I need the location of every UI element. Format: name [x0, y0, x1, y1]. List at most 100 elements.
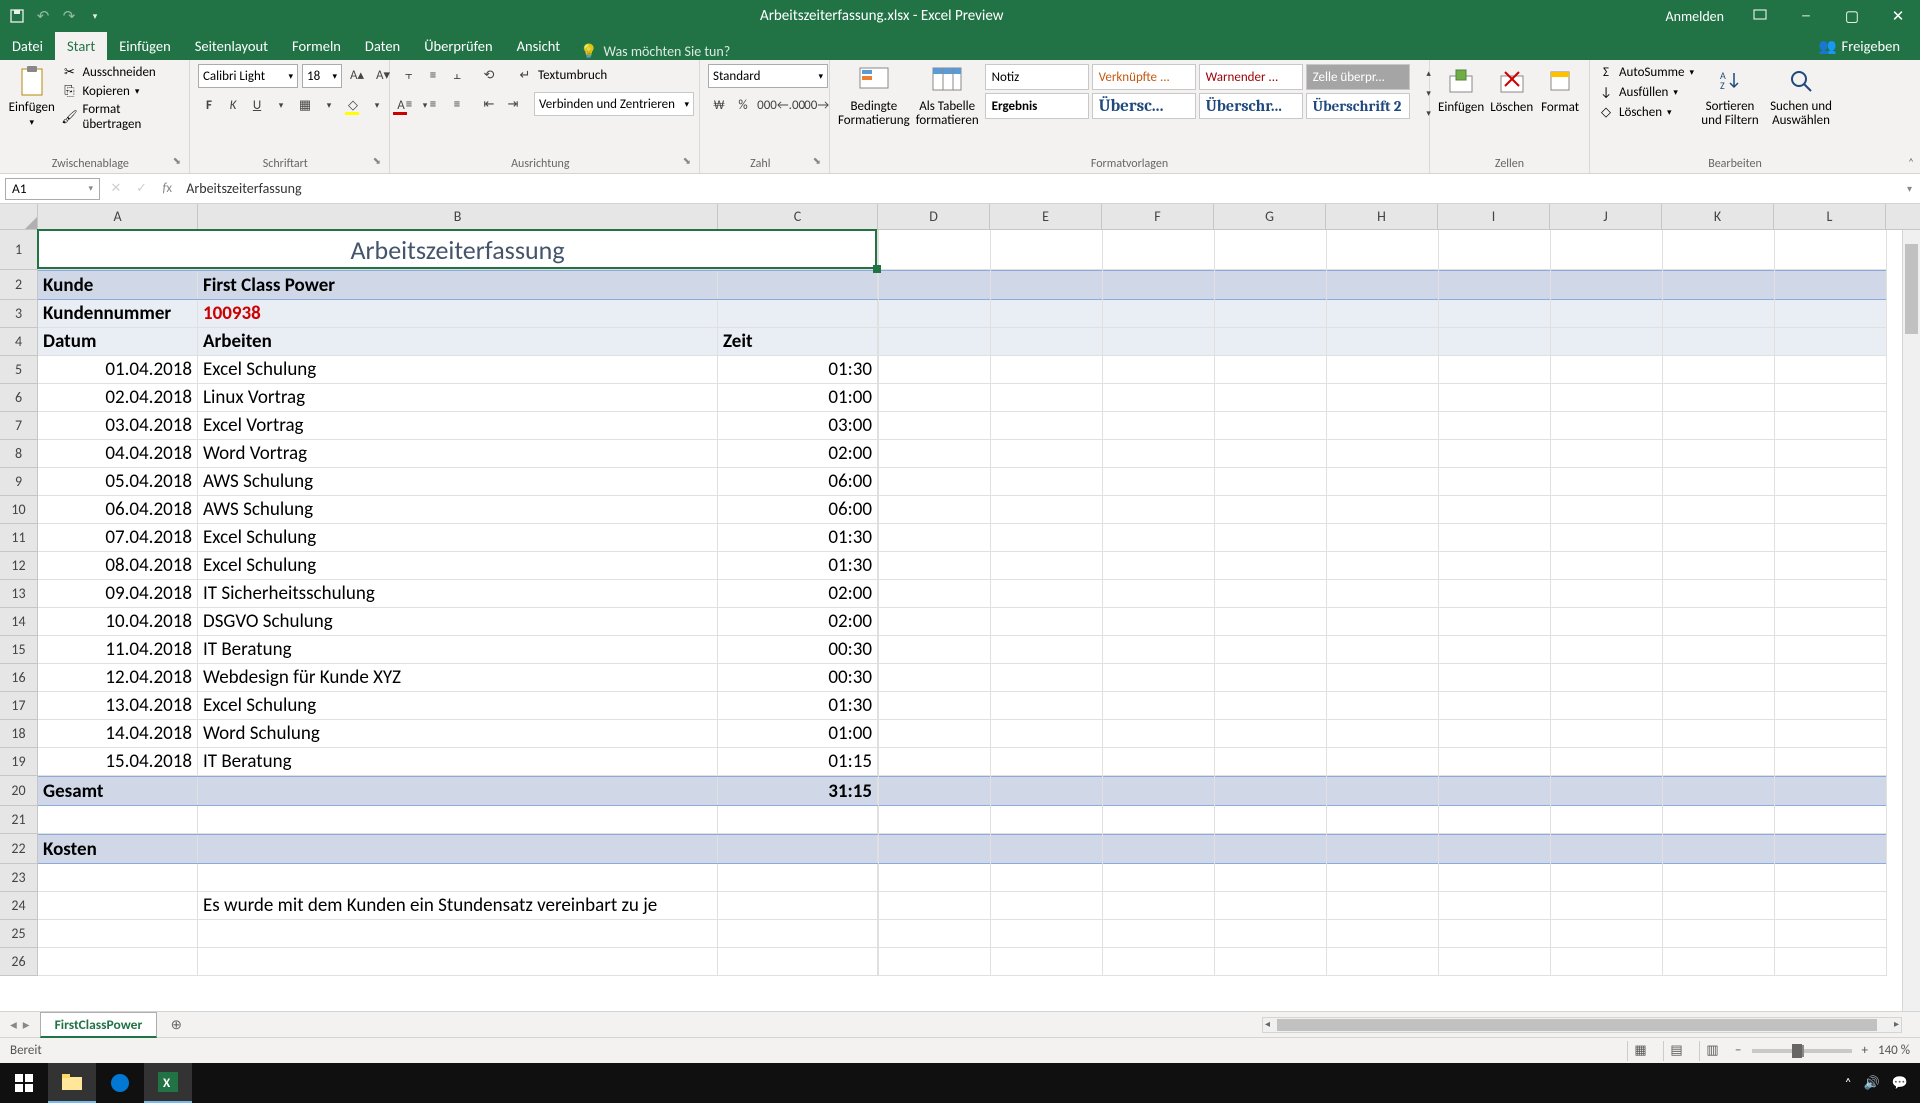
cell[interactable]: 06.04.2018 [38, 496, 198, 523]
cell[interactable] [38, 864, 198, 891]
cancel-formula-icon[interactable]: ✕ [105, 178, 127, 200]
cell[interactable] [718, 835, 878, 863]
cell[interactable]: Excel Schulung [198, 356, 718, 383]
share-button[interactable]: 👥Freigeben [1808, 32, 1910, 60]
align-launcher-icon[interactable]: ⬊ [683, 154, 691, 171]
comma-icon[interactable]: 000 [756, 94, 778, 116]
conditional-format-button[interactable]: Bedingte Formatierung [838, 64, 910, 127]
cell[interactable]: Linux Vortrag [198, 384, 718, 411]
find-select-button[interactable]: Suchen und Auswählen [1766, 64, 1836, 127]
col-header[interactable]: H [1326, 204, 1438, 229]
row-header[interactable]: 9 [0, 468, 37, 496]
cell[interactable]: 02.04.2018 [38, 384, 198, 411]
zoom-level[interactable]: 140 % [1878, 1043, 1910, 1058]
cell[interactable]: 11.04.2018 [38, 636, 198, 663]
orientation-icon[interactable]: ⟲ [478, 64, 500, 86]
cell[interactable] [718, 806, 878, 833]
row-header[interactable]: 17 [0, 692, 37, 720]
sheet-tab-active[interactable]: FirstClassPower [40, 1012, 158, 1038]
cell[interactable] [718, 892, 878, 919]
cell[interactable]: Arbeiten [198, 328, 718, 355]
wrap-text-icon[interactable]: ↵ [514, 64, 536, 86]
cell[interactable]: 100938 [198, 300, 718, 327]
qat-dropdown-icon[interactable]: ▾ [86, 7, 104, 25]
cell[interactable]: 06:00 [718, 496, 878, 523]
tab-datei[interactable]: Datei [0, 32, 55, 60]
style-notiz[interactable]: Notiz [985, 64, 1089, 90]
cell[interactable]: IT Sicherheitsschulung [198, 580, 718, 607]
cell[interactable] [718, 300, 878, 327]
row-header[interactable]: 18 [0, 720, 37, 748]
cell[interactable]: 01:30 [718, 692, 878, 719]
font-launcher-icon[interactable]: ⬊ [373, 154, 381, 171]
formula-input[interactable]: Arbeitszeiterfassung [178, 180, 1899, 197]
row-header[interactable]: 5 [0, 356, 37, 384]
cell[interactable]: Webdesign für Kunde XYZ [198, 664, 718, 691]
row-header[interactable]: 1 [0, 230, 37, 270]
insert-cells-button[interactable]: Einfügen [1438, 64, 1484, 115]
cell[interactable]: 05.04.2018 [38, 468, 198, 495]
scroll-thumb[interactable] [1905, 244, 1918, 334]
row-header[interactable]: 2 [0, 270, 37, 300]
tab-start[interactable]: Start [55, 32, 107, 60]
row-header[interactable]: 14 [0, 608, 37, 636]
tab-ueberpruefen[interactable]: Überprüfen [412, 32, 504, 60]
font-combo[interactable]: Calibri Light▾ [198, 64, 298, 88]
cell[interactable]: 15.04.2018 [38, 748, 198, 775]
sort-filter-button[interactable]: AZSortieren und Filtern [1700, 64, 1760, 127]
zoom-slider[interactable] [1752, 1049, 1852, 1053]
row-header[interactable]: 11 [0, 524, 37, 552]
cell[interactable]: Word Vortrag [198, 440, 718, 467]
prev-sheet-icon[interactable]: ◂ [10, 1016, 17, 1033]
cell[interactable] [198, 920, 718, 947]
font-color-icon[interactable]: A [390, 94, 412, 116]
tab-einfuegen[interactable]: Einfügen [107, 32, 183, 60]
row-header[interactable]: 6 [0, 384, 37, 412]
cell[interactable]: IT Beratung [198, 748, 718, 775]
cell[interactable]: 02:00 [718, 440, 878, 467]
page-break-icon[interactable]: ▥ [1699, 1041, 1725, 1061]
autosum-button[interactable]: ΣAutoSumme ▾ [1598, 64, 1694, 80]
add-sheet-icon[interactable]: ⊕ [165, 1014, 187, 1036]
delete-cells-button[interactable]: Löschen [1490, 64, 1533, 115]
underline-icon[interactable]: U [246, 94, 268, 116]
signin-button[interactable]: Anmelden [1652, 8, 1739, 25]
col-header[interactable]: I [1438, 204, 1550, 229]
cell[interactable]: 07.04.2018 [38, 524, 198, 551]
row-header[interactable]: 19 [0, 748, 37, 776]
cell[interactable]: 06:00 [718, 468, 878, 495]
cell[interactable] [198, 777, 718, 805]
cell[interactable]: Es wurde mit dem Kunden ein Stundensatz … [198, 892, 718, 919]
cell[interactable]: Word Schulung [198, 720, 718, 747]
row-header[interactable]: 26 [0, 948, 37, 976]
underline-drop-icon[interactable]: ▾ [270, 94, 292, 116]
cell[interactable]: 01:15 [718, 748, 878, 775]
col-header[interactable]: E [990, 204, 1102, 229]
taskbar-excel[interactable]: X [144, 1063, 192, 1103]
cell[interactable] [198, 864, 718, 891]
style-verknuepfte[interactable]: Verknüpfte ... [1092, 64, 1196, 90]
number-format-combo[interactable]: Standard▾ [708, 64, 828, 88]
next-sheet-icon[interactable]: ▸ [23, 1016, 30, 1033]
taskbar-explorer[interactable] [48, 1063, 96, 1103]
cell[interactable]: 12.04.2018 [38, 664, 198, 691]
cell[interactable]: 08.04.2018 [38, 552, 198, 579]
cell[interactable]: 01:30 [718, 356, 878, 383]
cell[interactable]: 02:00 [718, 608, 878, 635]
align-bottom-icon[interactable]: ⫠ [446, 64, 468, 86]
cell[interactable]: 03.04.2018 [38, 412, 198, 439]
font-size-combo[interactable]: 18▾ [302, 64, 342, 88]
cell[interactable]: First Class Power [198, 271, 718, 299]
borders-drop-icon[interactable]: ▾ [318, 94, 340, 116]
cell[interactable] [718, 920, 878, 947]
row-header[interactable]: 21 [0, 806, 37, 834]
zoom-out-icon[interactable]: − [1735, 1043, 1741, 1058]
cell[interactable]: 01:30 [718, 552, 878, 579]
vertical-scrollbar[interactable] [1902, 230, 1920, 1011]
cell[interactable]: AWS Schulung [198, 468, 718, 495]
cell[interactable]: Excel Schulung [198, 552, 718, 579]
cell[interactable] [718, 271, 878, 299]
row-header[interactable]: 20 [0, 776, 37, 806]
row-header[interactable]: 7 [0, 412, 37, 440]
cell[interactable]: Excel Vortrag [198, 412, 718, 439]
